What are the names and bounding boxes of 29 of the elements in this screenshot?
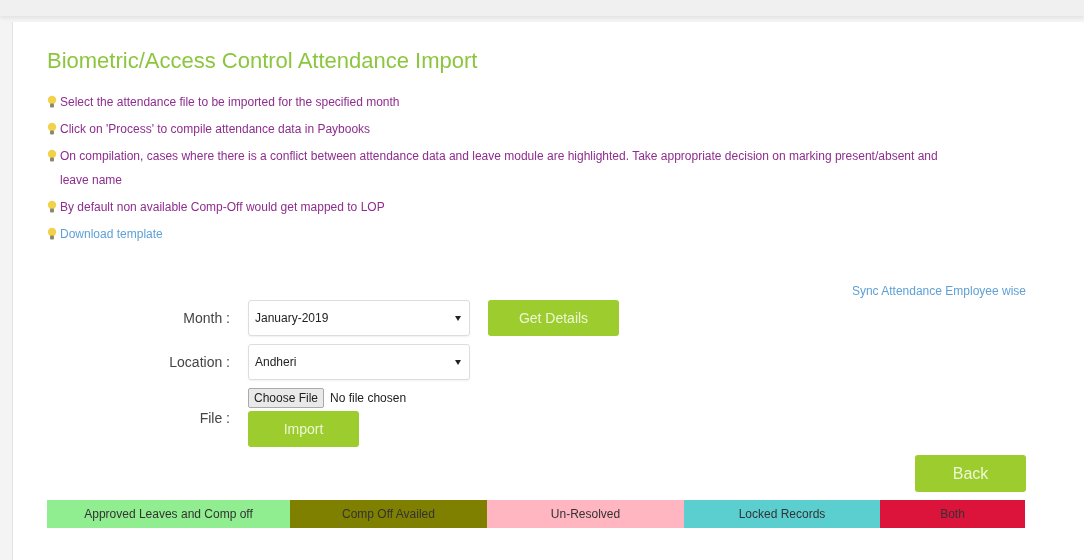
lightbulb-icon — [47, 227, 57, 241]
file-status: No file chosen — [330, 391, 407, 405]
location-select[interactable]: Andheri — [248, 344, 470, 380]
instruction-text: By default non available Comp-Off would get mapped to LOP — [60, 199, 385, 216]
legend-item: Comp Off Availed — [290, 500, 487, 528]
sync-link[interactable]: Sync Attendance Employee wise — [851, 284, 1026, 298]
import-button[interactable]: Import — [248, 411, 359, 447]
legend-item: Locked Records — [684, 500, 880, 528]
back-button[interactable]: Back — [915, 455, 1026, 492]
legend-item: Approved Leaves and Comp off — [47, 500, 290, 528]
caret-icon — [455, 315, 461, 321]
field-label: File : — [198, 409, 230, 426]
page-title: Biometric/Access Control Attendance Import — [47, 48, 479, 74]
instruction-text: On compilation, cases where there is a conflict between attendance data and leave module are highlighted. Take appropriate decision on marking present/absent and leave name — [60, 148, 939, 189]
lightbulb-icon — [47, 200, 57, 214]
get-details-button[interactable]: Get Details — [488, 300, 619, 336]
lightbulb-icon — [47, 122, 57, 136]
field-label: Month : — [182, 310, 230, 326]
lightbulb-icon — [47, 95, 57, 109]
instruction-text: Select the attendance file to be imported for the specified month — [60, 94, 400, 111]
choose-file-button[interactable]: Choose File — [248, 388, 325, 408]
month-select[interactable]: January-2019 — [248, 300, 470, 336]
caret-icon — [455, 359, 461, 365]
instruction-text: Click on 'Process' to compile attendance data in Paybooks — [60, 121, 371, 138]
download-link[interactable]: Download template — [60, 222, 163, 246]
legend-item: Un-Resolved — [487, 500, 684, 528]
field-label: Location : — [168, 354, 230, 370]
legend-item: Both — [880, 500, 1025, 528]
lightbulb-icon — [47, 149, 57, 163]
